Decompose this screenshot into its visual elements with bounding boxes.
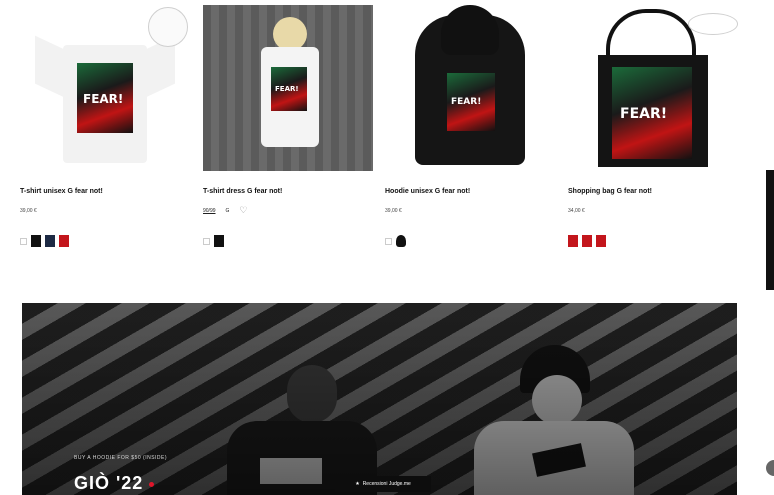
product-price: 39,00 € xyxy=(20,208,37,214)
heart-icon[interactable]: ♡ xyxy=(239,206,247,215)
product-price: 34,00 € xyxy=(568,208,585,214)
chat-icon[interactable] xyxy=(766,460,774,476)
product-card-shopping-bag[interactable]: FEAR! Shopping bag G fear not! 34,00 € xyxy=(568,5,738,247)
reviews-label: Recensioni Judge.me xyxy=(362,481,411,487)
star-icon: ★ xyxy=(355,481,360,487)
size-chip[interactable]: G xyxy=(226,208,230,214)
hero-banner[interactable]: BUY A HOODIE FOR $50 (INSIDE) GIÒ '22 ★ … xyxy=(22,303,737,495)
color-swatches xyxy=(20,233,69,249)
print-text: FEAR! xyxy=(275,85,299,94)
product-image[interactable]: FEAR! xyxy=(385,5,555,171)
color-swatch[interactable] xyxy=(214,235,224,247)
product-price: 39,00 € xyxy=(385,208,402,214)
print-text: FEAR! xyxy=(83,92,124,107)
product-card-tshirt-dress[interactable]: FEAR! T-shirt dress G fear not! 90/99 G … xyxy=(203,5,373,247)
tshirt-graphic: FEAR! xyxy=(35,23,175,163)
product-title[interactable]: Hoodie unisex G fear not! xyxy=(385,188,470,195)
product-title[interactable]: T-shirt unisex G fear not! xyxy=(20,188,103,195)
product-grid: FEAR! T-shirt unisex G fear not! 39,00 €… xyxy=(20,5,760,255)
color-swatch[interactable] xyxy=(568,235,578,247)
oval-badge xyxy=(688,13,738,35)
print-text: FEAR! xyxy=(620,105,668,122)
hero-kicker: BUY A HOODIE FOR $50 (INSIDE) xyxy=(74,455,168,461)
side-tab[interactable] xyxy=(766,170,774,290)
reviews-button[interactable]: ★ Recensioni Judge.me xyxy=(335,476,431,492)
hero-headline-text: GIÒ '22 xyxy=(74,473,144,493)
hero-headline: GIÒ '22 xyxy=(74,473,155,494)
color-swatches xyxy=(203,233,224,249)
accent-dot xyxy=(149,481,155,487)
color-swatch[interactable] xyxy=(582,235,592,247)
color-swatch[interactable] xyxy=(385,237,392,245)
product-image[interactable]: FEAR! xyxy=(568,5,738,171)
product-title[interactable]: T-shirt dress G fear not! xyxy=(203,188,282,195)
color-swatch[interactable] xyxy=(20,237,27,245)
size-chip[interactable]: 90/99 xyxy=(203,208,216,214)
product-card-tshirt[interactable]: FEAR! T-shirt unisex G fear not! 39,00 € xyxy=(20,5,190,247)
color-swatch[interactable] xyxy=(59,235,69,247)
product-image[interactable]: FEAR! xyxy=(203,5,373,171)
print-text: FEAR! xyxy=(451,97,482,108)
color-swatch[interactable] xyxy=(203,237,210,245)
overlay xyxy=(22,303,737,495)
option-chips: 90/99 G ♡ xyxy=(203,206,247,215)
color-swatch[interactable] xyxy=(31,235,41,247)
color-swatches xyxy=(568,233,606,249)
circle-badge xyxy=(148,7,188,47)
product-title[interactable]: Shopping bag G fear not! xyxy=(568,188,652,195)
color-swatches xyxy=(385,233,406,249)
color-swatch[interactable] xyxy=(396,235,406,247)
color-swatch[interactable] xyxy=(596,235,606,247)
product-card-hoodie[interactable]: FEAR! Hoodie unisex G fear not! 39,00 € xyxy=(385,5,555,247)
product-image[interactable]: FEAR! xyxy=(20,5,190,171)
color-swatch[interactable] xyxy=(45,235,55,247)
